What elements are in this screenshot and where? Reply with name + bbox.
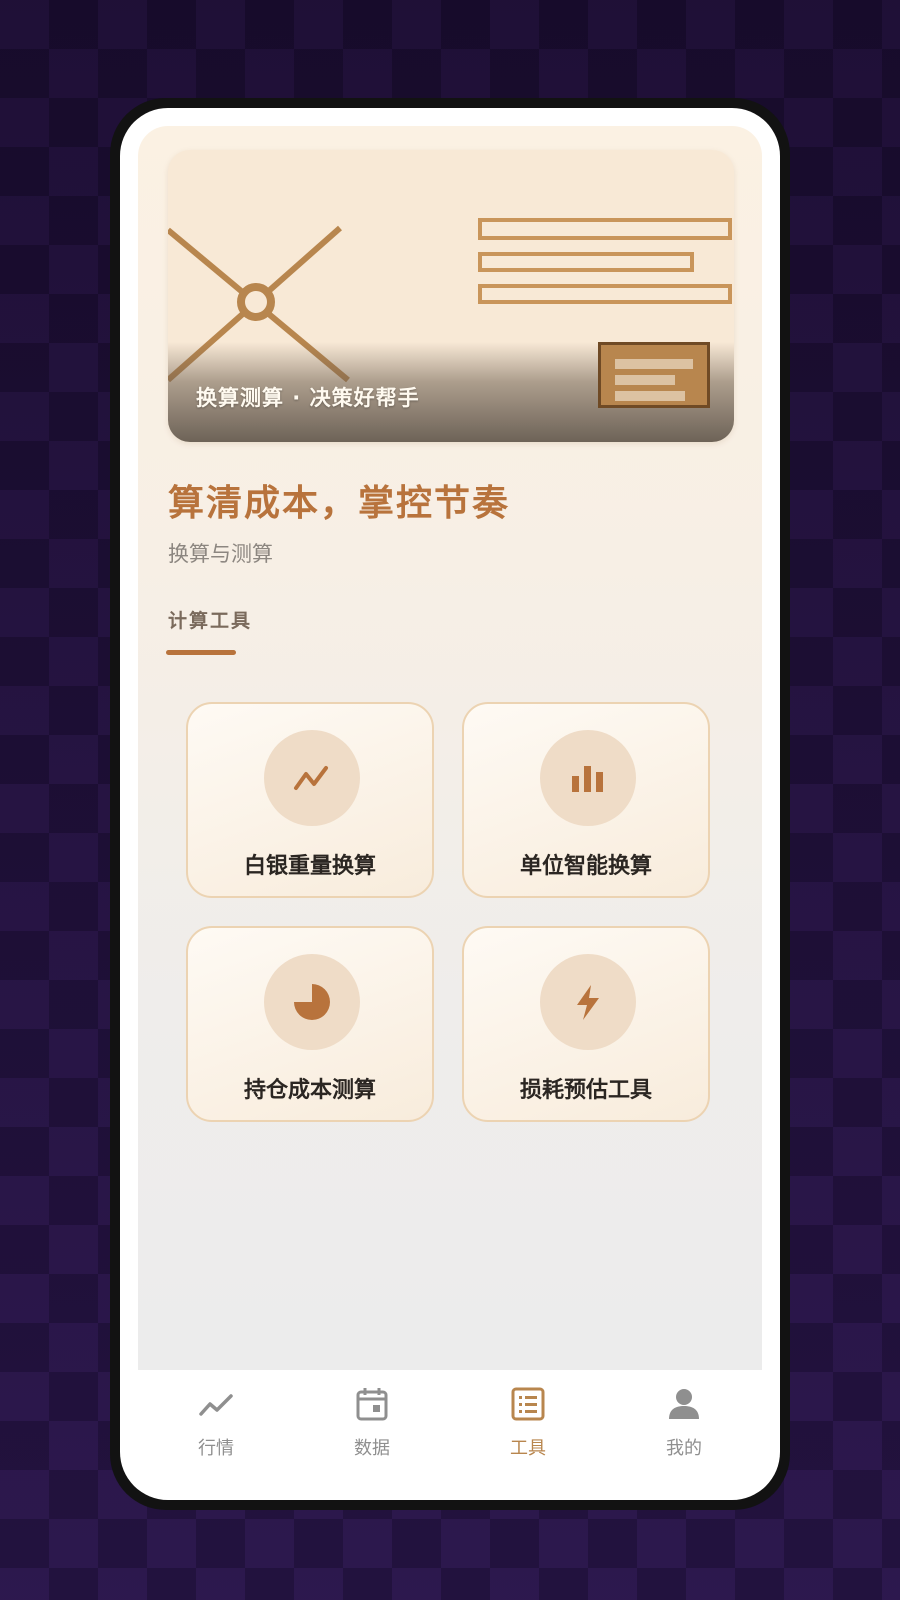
tool-card-silver-weight[interactable]: 白银重量换算 (186, 702, 434, 898)
nav-item-label: 我的 (666, 1438, 702, 1459)
bottom-nav: 行情 数据 工具 我的 (138, 1370, 762, 1482)
phone-screen: 换算测算 · 决策好帮手 算清成本，掌控节奏 换算与测算 计算工具 白银重量换算 (120, 108, 780, 1500)
tool-card-label: 损耗预估工具 (519, 1078, 652, 1103)
section-tab-label[interactable]: 计算工具 (168, 606, 252, 633)
tool-card-label: 持仓成本测算 (243, 1078, 376, 1103)
pie-chart-icon (264, 954, 360, 1050)
nav-item-market[interactable]: 行情 (138, 1370, 294, 1482)
tool-card-position-cost[interactable]: 持仓成本测算 (186, 926, 434, 1122)
nav-item-tools[interactable]: 工具 (450, 1370, 606, 1482)
calendar-icon (356, 1388, 388, 1421)
list-document-icon (511, 1387, 545, 1421)
tool-card-unit-convert[interactable]: 单位智能换算 (462, 702, 710, 898)
bar-chart-icon (540, 730, 636, 826)
lightning-icon (540, 954, 636, 1050)
nav-item-label: 行情 (198, 1438, 234, 1459)
tool-card-loss-estimate[interactable]: 损耗预估工具 (462, 926, 710, 1122)
banner-doc-icon (598, 342, 710, 408)
page-title: 算清成本，掌控节奏 (168, 483, 511, 524)
section-tab-indicator (166, 650, 236, 655)
nav-item-data[interactable]: 数据 (294, 1370, 450, 1482)
nav-item-label: 数据 (354, 1438, 390, 1459)
tool-card-label: 白银重量换算 (243, 854, 376, 879)
person-icon (669, 1389, 699, 1419)
app-content: 换算测算 · 决策好帮手 算清成本，掌控节奏 换算与测算 计算工具 白银重量换算 (138, 126, 762, 1370)
page-subtitle: 换算与测算 (168, 542, 273, 566)
nav-item-profile[interactable]: 我的 (606, 1370, 762, 1482)
phone-frame: 换算测算 · 决策好帮手 算清成本，掌控节奏 换算与测算 计算工具 白银重量换算 (110, 98, 790, 1510)
hero-banner[interactable]: 换算测算 · 决策好帮手 (168, 150, 734, 442)
trend-zigzag-icon (264, 730, 360, 826)
banner-caption: 换算测算 · 决策好帮手 (196, 386, 420, 410)
tool-card-label: 单位智能换算 (519, 854, 652, 879)
nav-item-label: 工具 (510, 1438, 546, 1459)
chart-line-icon (199, 1394, 233, 1416)
